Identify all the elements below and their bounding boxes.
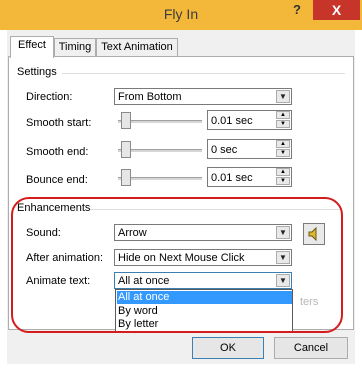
- tab-timing[interactable]: Timing: [54, 38, 96, 56]
- sound-value: Arrow: [118, 227, 147, 239]
- smooth-start-spin-buttons: ▲ ▼: [276, 111, 291, 129]
- cancel-button[interactable]: Cancel: [274, 337, 348, 359]
- direction-value: From Bottom: [118, 91, 182, 103]
- smooth-start-label: Smooth start:: [26, 117, 92, 129]
- speaker-icon: [308, 226, 317, 242]
- after-animation-value: Hide on Next Mouse Click: [118, 252, 245, 264]
- spin-down-icon[interactable]: ▼: [276, 149, 290, 157]
- help-button[interactable]: ?: [288, 2, 306, 18]
- after-animation-label: After animation:: [26, 252, 104, 264]
- speaker-button[interactable]: [303, 223, 325, 245]
- close-button[interactable]: X: [313, 0, 360, 20]
- animate-text-label: Animate text:: [26, 275, 91, 287]
- chevron-down-icon[interactable]: ▼: [276, 226, 290, 239]
- spin-down-icon[interactable]: ▼: [276, 120, 290, 128]
- after-animation-dropdown[interactable]: Hide on Next Mouse Click ▼: [114, 249, 292, 266]
- tab-text-animation[interactable]: Text Animation: [96, 38, 178, 56]
- direction-label: Direction:: [26, 91, 73, 103]
- smooth-start-spinner[interactable]: 0.01 sec ▲ ▼: [207, 110, 292, 130]
- bounce-end-spin-buttons: ▲ ▼: [276, 168, 291, 186]
- enhancements-divider: [90, 209, 342, 210]
- smooth-end-value: 0 sec: [211, 144, 238, 156]
- chevron-down-icon[interactable]: ▼: [276, 90, 290, 103]
- enhancements-heading: Enhancements: [17, 202, 91, 214]
- option-all-at-once[interactable]: All at once: [117, 291, 292, 304]
- animate-text-dropdown[interactable]: All at once ▼: [114, 272, 292, 289]
- ok-button[interactable]: OK: [192, 337, 264, 359]
- bounce-end-slider-thumb[interactable]: [121, 169, 131, 186]
- window-title: Fly In: [163, 6, 199, 22]
- bounce-end-label: Bounce end:: [26, 174, 88, 186]
- bounce-end-value: 0.01 sec: [211, 172, 253, 184]
- smooth-start-slider-thumb[interactable]: [121, 112, 131, 129]
- spin-down-icon[interactable]: ▼: [276, 177, 290, 185]
- spin-up-icon[interactable]: ▲: [276, 168, 290, 176]
- obscured-label-fragment: ters: [300, 296, 319, 308]
- smooth-end-spinner[interactable]: 0 sec ▲ ▼: [207, 139, 292, 159]
- smooth-end-label: Smooth end:: [26, 146, 89, 158]
- animate-text-options-list: All at once By word By letter: [115, 289, 293, 332]
- spin-up-icon[interactable]: ▲: [276, 111, 290, 119]
- sound-label: Sound:: [26, 227, 61, 239]
- option-by-word[interactable]: By word: [117, 305, 292, 318]
- spin-up-icon[interactable]: ▲: [276, 140, 290, 148]
- bounce-end-spinner[interactable]: 0.01 sec ▲ ▼: [207, 167, 292, 187]
- chevron-down-icon[interactable]: ▼: [276, 274, 290, 287]
- animate-text-value: All at once: [118, 275, 170, 287]
- direction-dropdown[interactable]: From Bottom ▼: [114, 88, 292, 105]
- chevron-down-icon[interactable]: ▼: [276, 251, 290, 264]
- settings-heading: Settings: [17, 66, 57, 78]
- smooth-start-value: 0.01 sec: [211, 115, 253, 127]
- smooth-end-slider-thumb[interactable]: [121, 141, 131, 158]
- smooth-end-spin-buttons: ▲ ▼: [276, 140, 291, 158]
- option-by-letter[interactable]: By letter: [117, 318, 292, 331]
- tab-effect[interactable]: Effect: [10, 36, 54, 58]
- settings-divider: [62, 73, 345, 74]
- sound-dropdown[interactable]: Arrow ▼: [114, 224, 292, 241]
